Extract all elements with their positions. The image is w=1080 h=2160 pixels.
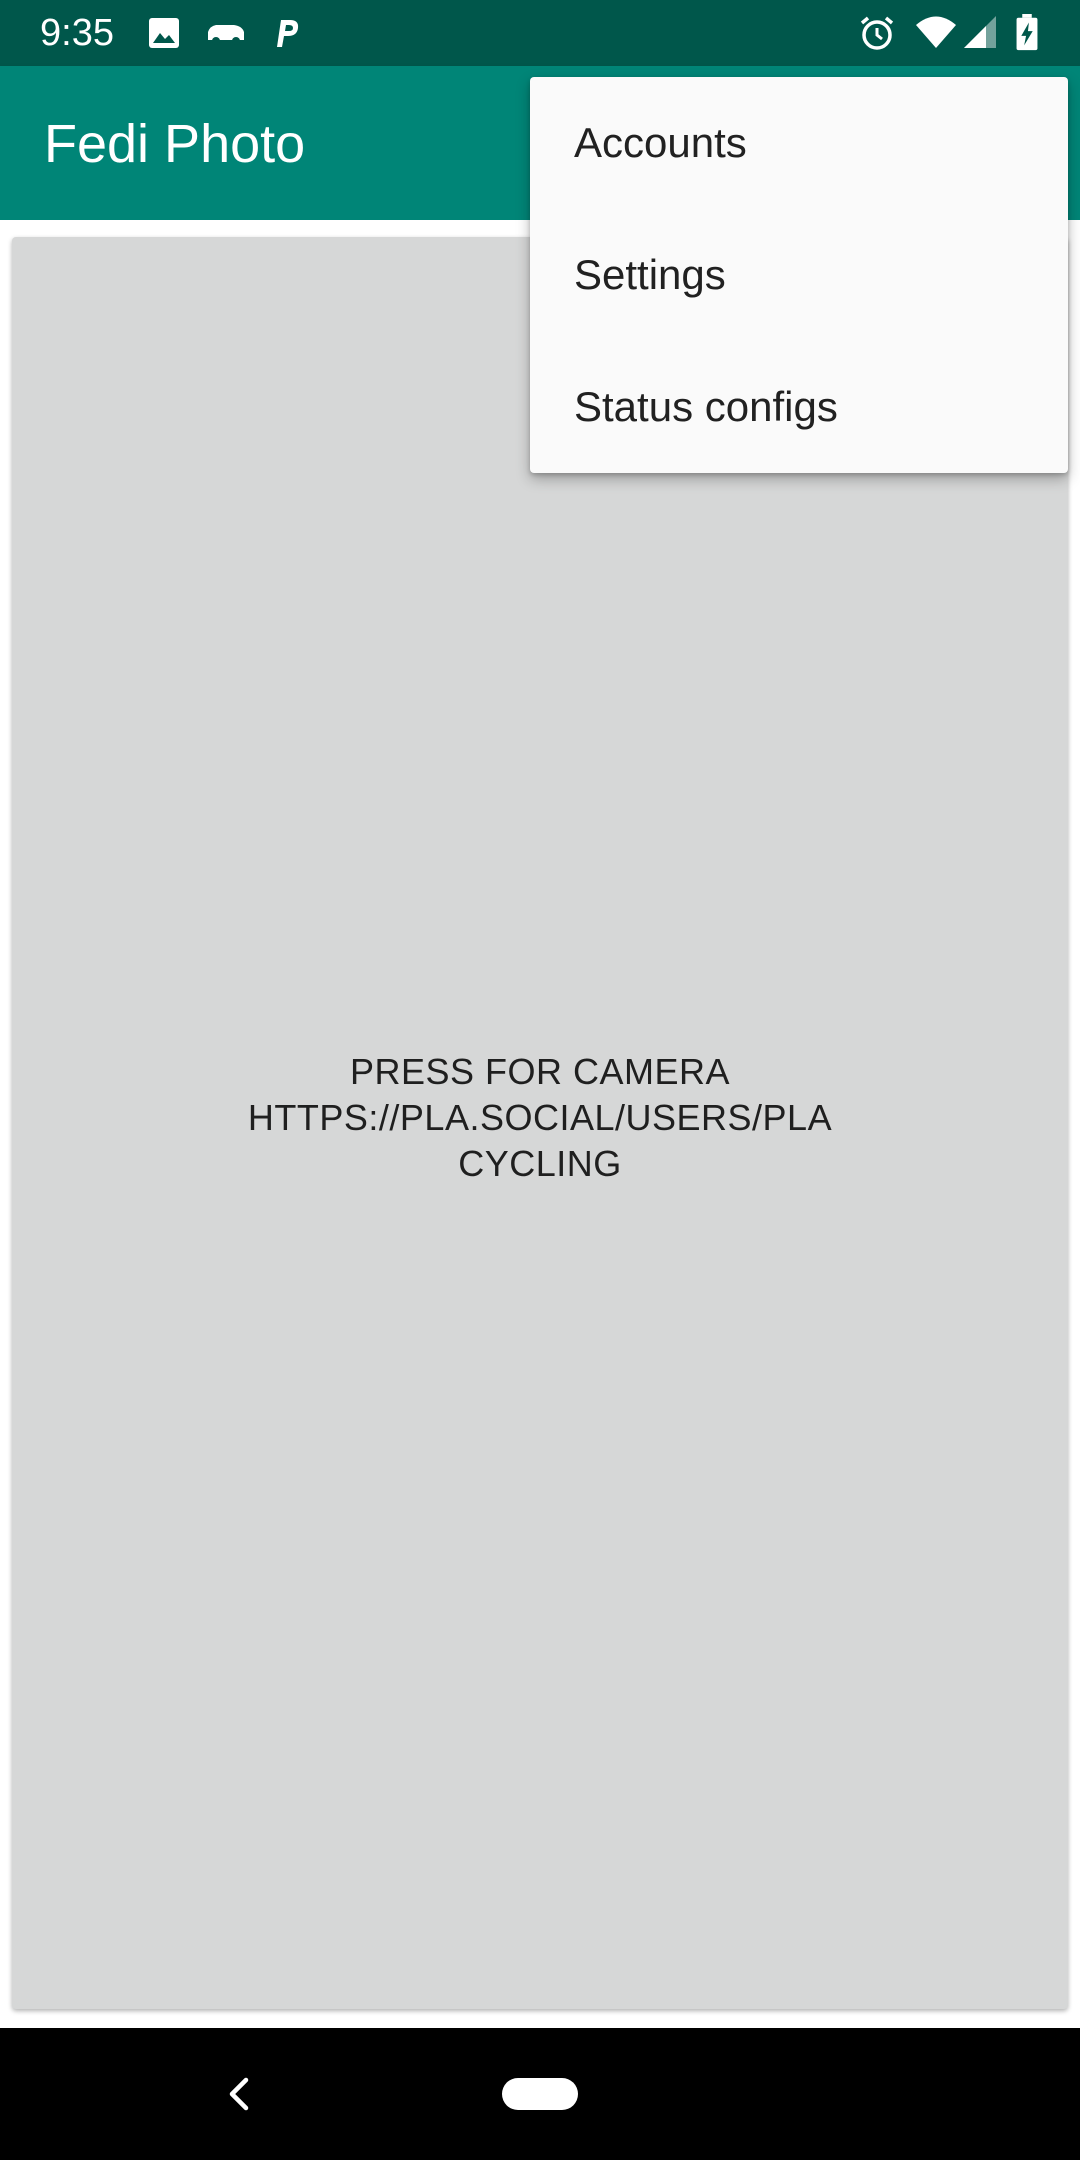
battery-charging-icon [1016,14,1038,51]
back-icon[interactable] [218,2072,262,2116]
alarm-icon [860,16,894,50]
parking-icon [277,20,299,47]
main-content: PRESS FOR CAMERA HTTPS://PLA.SOCIAL/USER… [0,220,1080,2028]
car-icon [208,25,244,45]
wifi-icon [916,16,956,48]
signal-icon [964,16,996,48]
navigation-bar [0,2028,1080,2160]
home-pill-icon[interactable] [502,2078,578,2110]
menu-item-settings[interactable]: Settings [530,209,1068,341]
app-title: Fedi Photo [44,114,306,174]
status-time: 9:35 [40,12,114,54]
camera-label-line-2: HTTPS://PLA.SOCIAL/USERS/PLA [247,1097,833,1138]
image-icon [149,18,179,48]
screen: 9:35 Fedi Photo PRESS FOR CAMERA HTTPS:/… [0,0,1080,2160]
camera-button[interactable]: PRESS FOR CAMERA HTTPS://PLA.SOCIAL/USER… [12,237,1068,2009]
menu-item-accounts[interactable]: Accounts [530,77,1068,209]
overflow-menu: Accounts Settings Status configs [530,77,1068,473]
status-bar: 9:35 [0,0,1080,66]
menu-item-status-configs[interactable]: Status configs [530,341,1068,473]
camera-label-line-1: PRESS FOR CAMERA [349,1051,731,1092]
camera-label-line-3: CYCLING [458,1143,622,1184]
camera-button-label: PRESS FOR CAMERA HTTPS://PLA.SOCIAL/USER… [248,1049,832,1187]
